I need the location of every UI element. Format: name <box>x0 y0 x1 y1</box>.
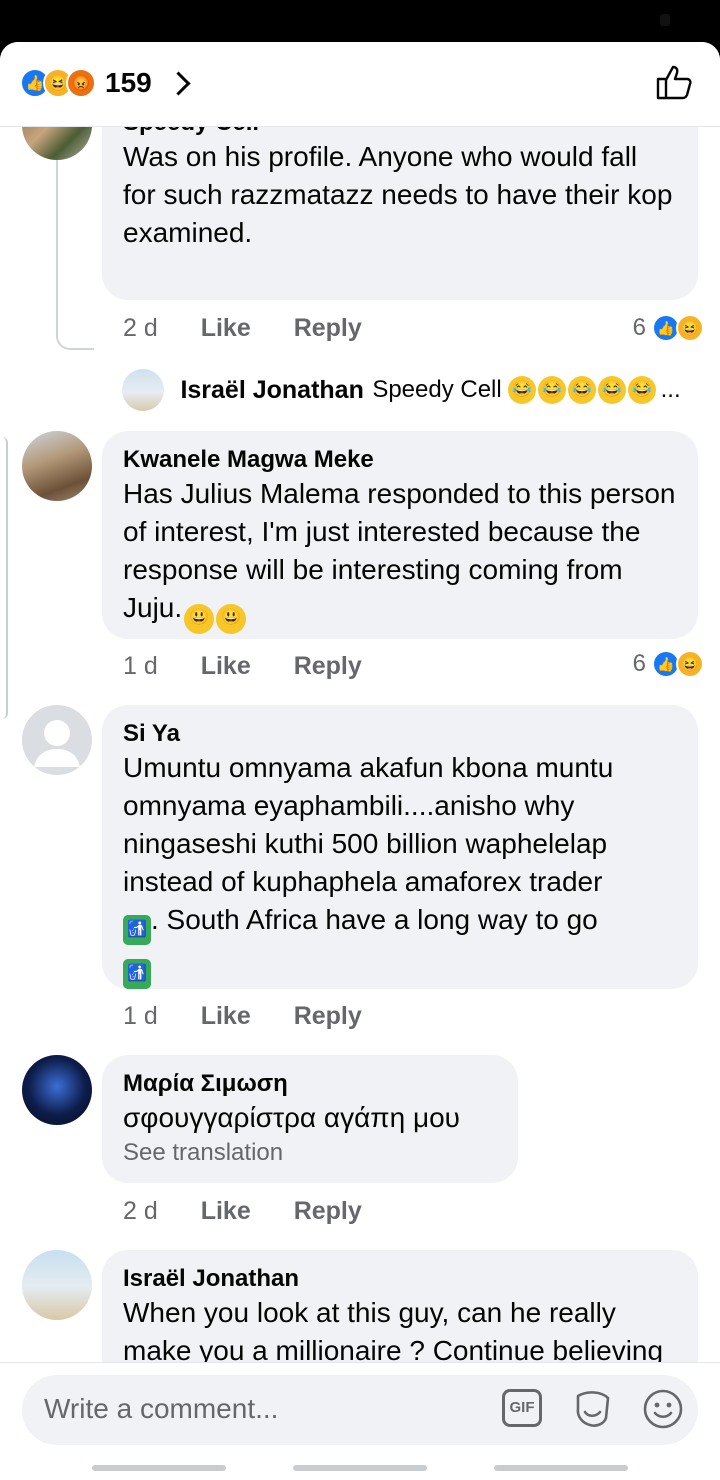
comment-actions: 2 d Like Reply <box>123 1197 398 1226</box>
comment-text: When you look at this guy, can he really… <box>123 1297 664 1362</box>
avatar[interactable] <box>22 705 92 775</box>
tears-of-joy-icon: 😂 <box>508 376 537 404</box>
comment-bubble: Speedy Cell Was on his profile. Anyone w… <box>102 126 698 300</box>
nav-bar-segment <box>293 1465 427 1471</box>
reply-button[interactable]: Reply <box>294 1002 362 1031</box>
like-button[interactable]: Like <box>201 1002 251 1031</box>
like-button[interactable]: Like <box>201 652 251 681</box>
comment-bubble: Μαρία Σιμωση σφουγγαρίστρα αγάπη μου See… <box>102 1055 518 1183</box>
tears-of-joy-icon: 😂 <box>568 376 597 404</box>
comment-actions: 1 d Like Reply <box>123 1002 398 1031</box>
comment-author[interactable]: Kwanele Magwa Meke <box>123 445 677 475</box>
gif-button[interactable]: GIF <box>502 1389 542 1427</box>
avatar[interactable] <box>22 1250 92 1320</box>
see-translation-link[interactable]: See translation <box>123 1137 497 1169</box>
reply-author: Israël Jonathan <box>180 375 364 404</box>
comment-reactions[interactable]: 6 👍 😆 <box>632 314 704 342</box>
tears-of-joy-icon: 😂 <box>598 376 627 404</box>
comment-reaction-count: 6 <box>632 314 646 341</box>
litter-bin-icon: 🚮 <box>123 959 151 989</box>
reply-preview[interactable]: Israël Jonathan Speedy Cell 😂 😂 😂 😂 😂 ... <box>122 369 702 413</box>
avatar[interactable] <box>22 431 92 501</box>
haha-icon: 😆 <box>676 314 704 342</box>
avatar[interactable] <box>22 1055 92 1125</box>
reactions-summary[interactable]: 👍 😆 😡 159 <box>20 66 191 100</box>
reply-button[interactable]: Reply <box>294 1197 362 1226</box>
camera-cutout <box>660 14 670 26</box>
comment-author[interactable]: Israël Jonathan <box>123 1264 677 1294</box>
like-button[interactable]: Like <box>201 314 251 343</box>
reply-button[interactable]: Reply <box>294 652 362 681</box>
reply-emojis: 😂 😂 😂 😂 😂 <box>506 376 657 404</box>
like-button[interactable]: Like <box>201 1197 251 1226</box>
reply-ellipsis: ... <box>660 376 681 403</box>
reaction-count: 159 <box>105 67 152 98</box>
comment-time[interactable]: 1 d <box>123 1002 158 1031</box>
nav-bar-segment <box>494 1465 628 1471</box>
comment-time[interactable]: 2 d <box>123 314 158 343</box>
comment-text-body: Has Julius Malema responded to this pers… <box>123 478 676 623</box>
comment-actions: 1 d Like Reply <box>123 652 398 681</box>
comment-author[interactable]: Speedy Cell <box>123 126 677 138</box>
comment-text-part: . South Africa have a long way to go <box>151 904 598 935</box>
comment-placeholder: Write a comment... <box>44 1393 279 1424</box>
comment-time[interactable]: 2 d <box>123 1197 158 1226</box>
comment-input[interactable]: Write a comment... GIF <box>22 1375 698 1445</box>
grinning-face-icon: 😃 <box>184 604 215 634</box>
comment-list: Speedy Cell Was on his profile. Anyone w… <box>0 126 720 1362</box>
grinning-face-icon: 😃 <box>216 604 247 634</box>
comment-time[interactable]: 1 d <box>123 652 158 681</box>
avatar <box>122 369 164 411</box>
angry-icon: 😡 <box>66 68 96 98</box>
reply-text: Speedy Cell <box>372 376 502 403</box>
comment-text: Umuntu omnyama akafun kbona muntu omnyam… <box>123 749 677 989</box>
chevron-right-icon <box>166 70 191 96</box>
comments-sheet: 👍 😆 😡 159 Speedy Cell Was on his profile… <box>0 42 720 1480</box>
status-bar <box>0 0 720 42</box>
tears-of-joy-icon: 😂 <box>538 376 567 404</box>
reactions-header: 👍 😆 😡 159 <box>0 42 720 127</box>
comment-bubble: Si Ya Umuntu omnyama akafun kbona muntu … <box>102 705 698 989</box>
comment-reaction-count: 6 <box>632 650 646 677</box>
thumbs-up-icon[interactable] <box>654 62 694 102</box>
nav-bar-segment <box>92 1465 226 1471</box>
scroll-indicator <box>0 437 8 719</box>
comment-actions: 2 d Like Reply <box>123 314 398 343</box>
comment-author[interactable]: Si Ya <box>123 719 677 749</box>
tears-of-joy-icon: 😂 <box>628 376 657 404</box>
litter-bin-icon: 🚮 <box>123 915 151 945</box>
comment-reactions[interactable]: 6 👍 😆 <box>632 650 704 678</box>
comment-bubble: Israël Jonathan When you look at this gu… <box>102 1250 698 1362</box>
comment-author[interactable]: Μαρία Σιμωση <box>123 1069 497 1099</box>
reply-button[interactable]: Reply <box>294 314 362 343</box>
comment-bubble: Kwanele Magwa Meke Has Julius Malema res… <box>102 431 698 639</box>
comment-text: Was on his profile. Anyone who would fal… <box>123 141 673 248</box>
haha-icon: 😆 <box>676 650 704 678</box>
comment-text: Has Julius Malema responded to this pers… <box>123 475 677 634</box>
comment-composer: Write a comment... GIF <box>0 1362 720 1480</box>
default-avatar-icon <box>34 720 80 767</box>
sticker-icon[interactable] <box>572 1388 614 1430</box>
comment-text-part: Umuntu omnyama akafun kbona muntu omnyam… <box>123 752 614 897</box>
emoji-icon[interactable] <box>642 1388 684 1430</box>
comment-text: σφουγγαρίστρα αγάπη μου <box>123 1102 460 1133</box>
